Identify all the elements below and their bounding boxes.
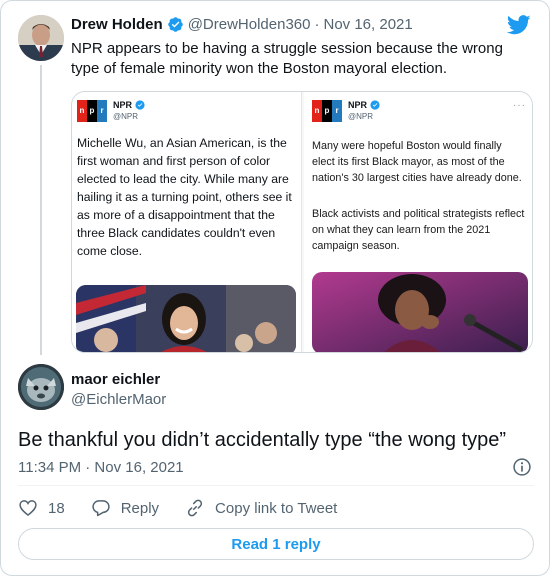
reply-tweet-text: Be thankful you didn’t accidentally type…: [18, 429, 507, 451]
tweet-date[interactable]: Nov 16, 2021: [323, 16, 412, 33]
npr-logo-p: p: [87, 100, 97, 122]
embedded-tweet-right: n p r NPR @NPR ··· Many were hopeful Bos…: [304, 92, 532, 352]
verified-badge-icon: [135, 100, 145, 110]
tweet-embed-card: Drew Holden @DrewHolden360 · Nov 16, 202…: [0, 0, 550, 576]
npr-logo-p: p: [322, 100, 332, 122]
heart-icon: [19, 500, 37, 517]
embedded-tweet-text-second: Black activists and political strategist…: [312, 208, 525, 252]
embedded-account-name: NPR: [348, 100, 380, 110]
read-replies-button[interactable]: Read 1 reply: [18, 528, 534, 560]
reply-icon: [92, 500, 110, 517]
thread-connector-line: [40, 65, 42, 355]
twitter-bird-icon[interactable]: [507, 15, 531, 35]
maor-eichler-avatar[interactable]: [18, 364, 64, 410]
author-handle[interactable]: @DrewHolden360: [188, 16, 311, 33]
reply-author-handle[interactable]: @EichlerMaor: [71, 391, 166, 408]
drew-holden-avatar[interactable]: [18, 15, 64, 61]
copy-link-button[interactable]: Copy link to Tweet: [185, 498, 337, 518]
copy-link-label: Copy link to Tweet: [215, 499, 338, 517]
npr-logo-r: r: [332, 100, 342, 122]
reply-author-name[interactable]: maor eichler: [71, 371, 160, 388]
parent-tweet-header: Drew Holden @DrewHolden360 · Nov 16, 202…: [71, 16, 413, 33]
embedded-tweet-text: Many were hopeful Boston would finally e…: [312, 140, 522, 184]
embedded-account-handle: @NPR: [348, 112, 374, 121]
verified-badge-icon: [167, 17, 183, 32]
reply-button[interactable]: Reply: [91, 498, 159, 518]
verified-badge-icon: [370, 100, 380, 110]
speaker-photo: [312, 272, 528, 352]
michelle-wu-photo: [76, 285, 296, 352]
npr-logo: n p r: [77, 100, 107, 122]
info-icon[interactable]: [512, 457, 532, 477]
npr-logo: n p r: [312, 100, 342, 122]
embedded-tweet-text: Michelle Wu, an Asian American, is the f…: [77, 136, 292, 258]
tweet-media-image[interactable]: n p r NPR @NPR Michelle Wu, an Asian Ame…: [71, 91, 533, 353]
like-count: 18: [48, 499, 65, 517]
npr-logo-r: r: [97, 100, 107, 122]
action-bar: 18 Reply Copy link to Tweet: [18, 496, 363, 520]
npr-logo-n: n: [77, 100, 87, 122]
reply-label: Reply: [120, 499, 160, 517]
reply-timestamp[interactable]: 11:34 PM · Nov 16, 2021: [18, 459, 184, 476]
embedded-tweet-left: n p r NPR @NPR Michelle Wu, an Asian Ame…: [72, 92, 302, 352]
embedded-account-name: NPR: [113, 100, 145, 110]
npr-logo-n: n: [312, 100, 322, 122]
divider: [18, 485, 534, 486]
like-button[interactable]: 18: [18, 498, 65, 518]
separator-dot: ·: [314, 16, 320, 33]
link-icon: [187, 499, 203, 517]
parent-tweet-text: NPR appears to be having a struggle sess…: [71, 40, 503, 77]
author-name[interactable]: Drew Holden: [71, 16, 163, 33]
more-options-icon: ···: [513, 100, 526, 111]
embedded-account-handle: @NPR: [113, 112, 139, 121]
